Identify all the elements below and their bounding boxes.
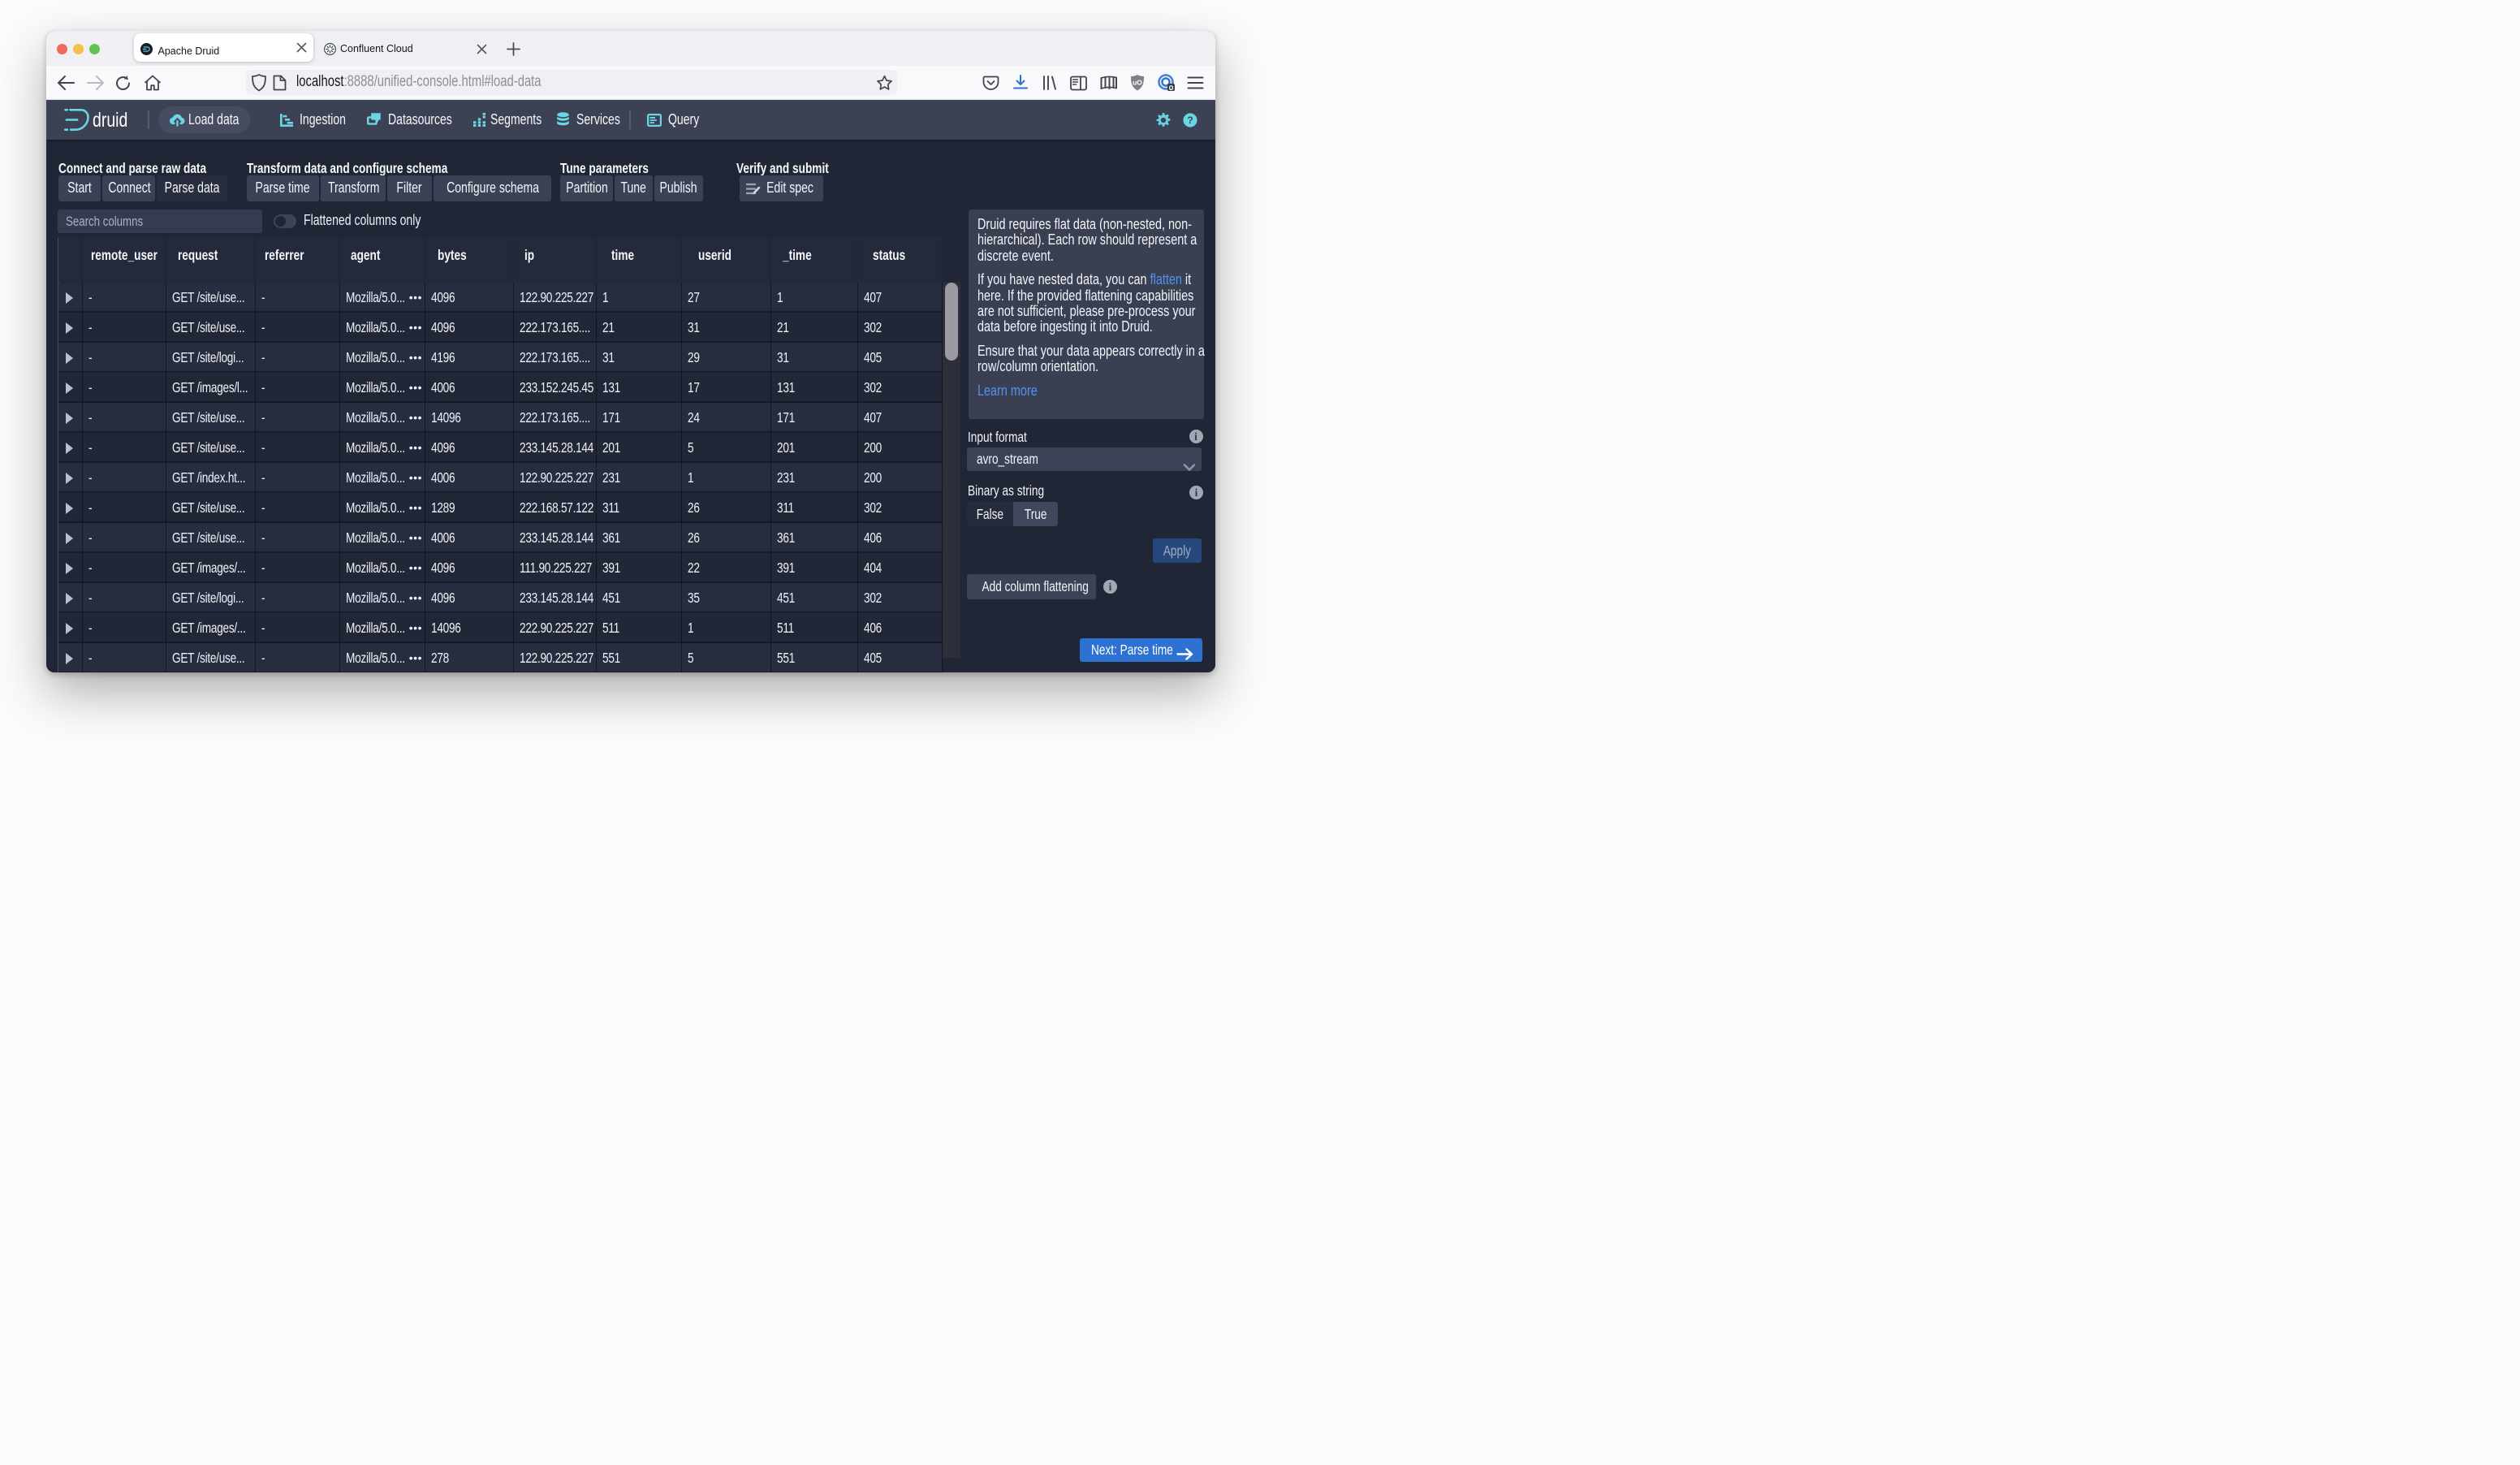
svg-text:?: ?	[1187, 115, 1193, 126]
svg-text:uO: uO	[1133, 79, 1142, 87]
